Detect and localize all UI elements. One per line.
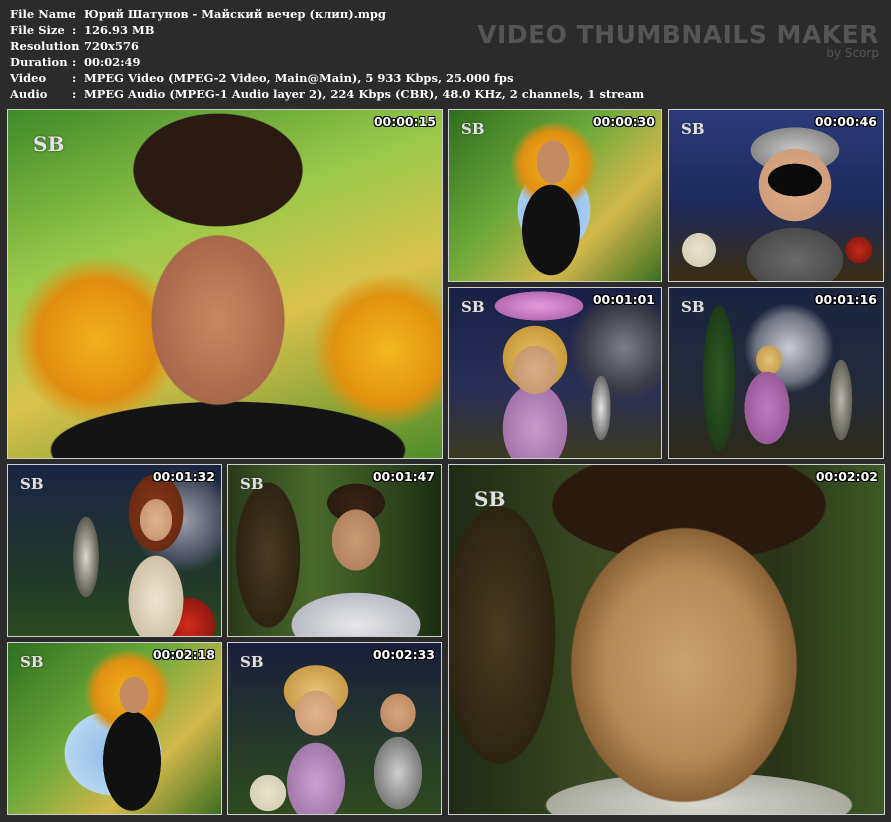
timestamp: 00:02:18 <box>152 647 215 662</box>
video-frame-image <box>8 110 442 458</box>
info-separator: : <box>72 39 77 53</box>
timestamp: 00:01:47 <box>372 469 435 484</box>
thumbnail-7[interactable]: SB 00:01:47 <box>227 464 442 637</box>
info-value: 126.93 MB <box>84 23 155 37</box>
info-row-audio: Audio: MPEG Audio (MPEG-1 Audio layer 2),… <box>10 86 644 102</box>
info-value: MPEG Video (MPEG-2 Video, Main@Main), 5 … <box>84 71 514 85</box>
channel-logo: SB <box>474 487 506 511</box>
timestamp: 00:00:30 <box>592 114 655 129</box>
timestamp: 00:00:15 <box>373 114 436 129</box>
info-value: 00:02:49 <box>84 55 141 69</box>
info-separator: : <box>72 55 77 69</box>
channel-logo: SB <box>240 653 264 671</box>
thumbnail-6[interactable]: SB 00:01:32 <box>7 464 222 637</box>
timestamp: 00:00:46 <box>814 114 877 129</box>
channel-logo: SB <box>461 120 485 138</box>
channel-logo: SB <box>240 475 264 493</box>
channel-logo: SB <box>33 132 65 156</box>
timestamp: 00:01:16 <box>814 292 877 307</box>
thumbnail-2[interactable]: SB 00:00:30 <box>448 109 662 282</box>
info-separator: : <box>72 7 77 21</box>
info-row-video: Video: MPEG Video (MPEG-2 Video, Main@Mai… <box>10 70 644 86</box>
channel-logo: SB <box>20 475 44 493</box>
info-separator: : <box>72 87 77 101</box>
thumbnail-4[interactable]: SB 00:01:01 <box>448 287 662 459</box>
brand-watermark: VIDEO THUMBNAILS MAKER by Scorp <box>477 20 879 60</box>
timestamp: 00:01:01 <box>592 292 655 307</box>
video-frame-image <box>449 465 884 814</box>
thumbnail-8[interactable]: SB 00:02:02 <box>448 464 885 815</box>
info-key: Audio <box>10 87 48 101</box>
thumbnail-5[interactable]: SB 00:01:16 <box>668 287 884 459</box>
info-value: MPEG Audio (MPEG-1 Audio layer 2), 224 K… <box>84 87 645 101</box>
thumbnail-1[interactable]: SB 00:00:15 <box>7 109 443 459</box>
thumbnail-9[interactable]: SB 00:02:18 <box>7 642 222 815</box>
info-key: File Size <box>10 23 65 37</box>
brand-title: VIDEO THUMBNAILS MAKER <box>477 20 879 49</box>
thumbnail-10[interactable]: SB 00:02:33 <box>227 642 442 815</box>
info-value: Юрий Шатунов - Майский вечер (клип).mpg <box>84 7 386 21</box>
info-key: Resolution <box>10 39 80 53</box>
info-key: Duration <box>10 55 68 69</box>
channel-logo: SB <box>461 298 485 316</box>
info-key: File Name <box>10 7 76 21</box>
channel-logo: SB <box>681 120 705 138</box>
timestamp: 00:01:32 <box>152 469 215 484</box>
info-value: 720x576 <box>84 39 139 53</box>
timestamp: 00:02:33 <box>372 647 435 662</box>
channel-logo: SB <box>20 653 44 671</box>
thumbnail-3[interactable]: SB 00:00:46 <box>668 109 884 282</box>
channel-logo: SB <box>681 298 705 316</box>
timestamp: 00:02:02 <box>815 469 878 484</box>
info-separator: : <box>72 71 77 85</box>
info-key: Video <box>10 71 47 85</box>
info-separator: : <box>72 23 77 37</box>
